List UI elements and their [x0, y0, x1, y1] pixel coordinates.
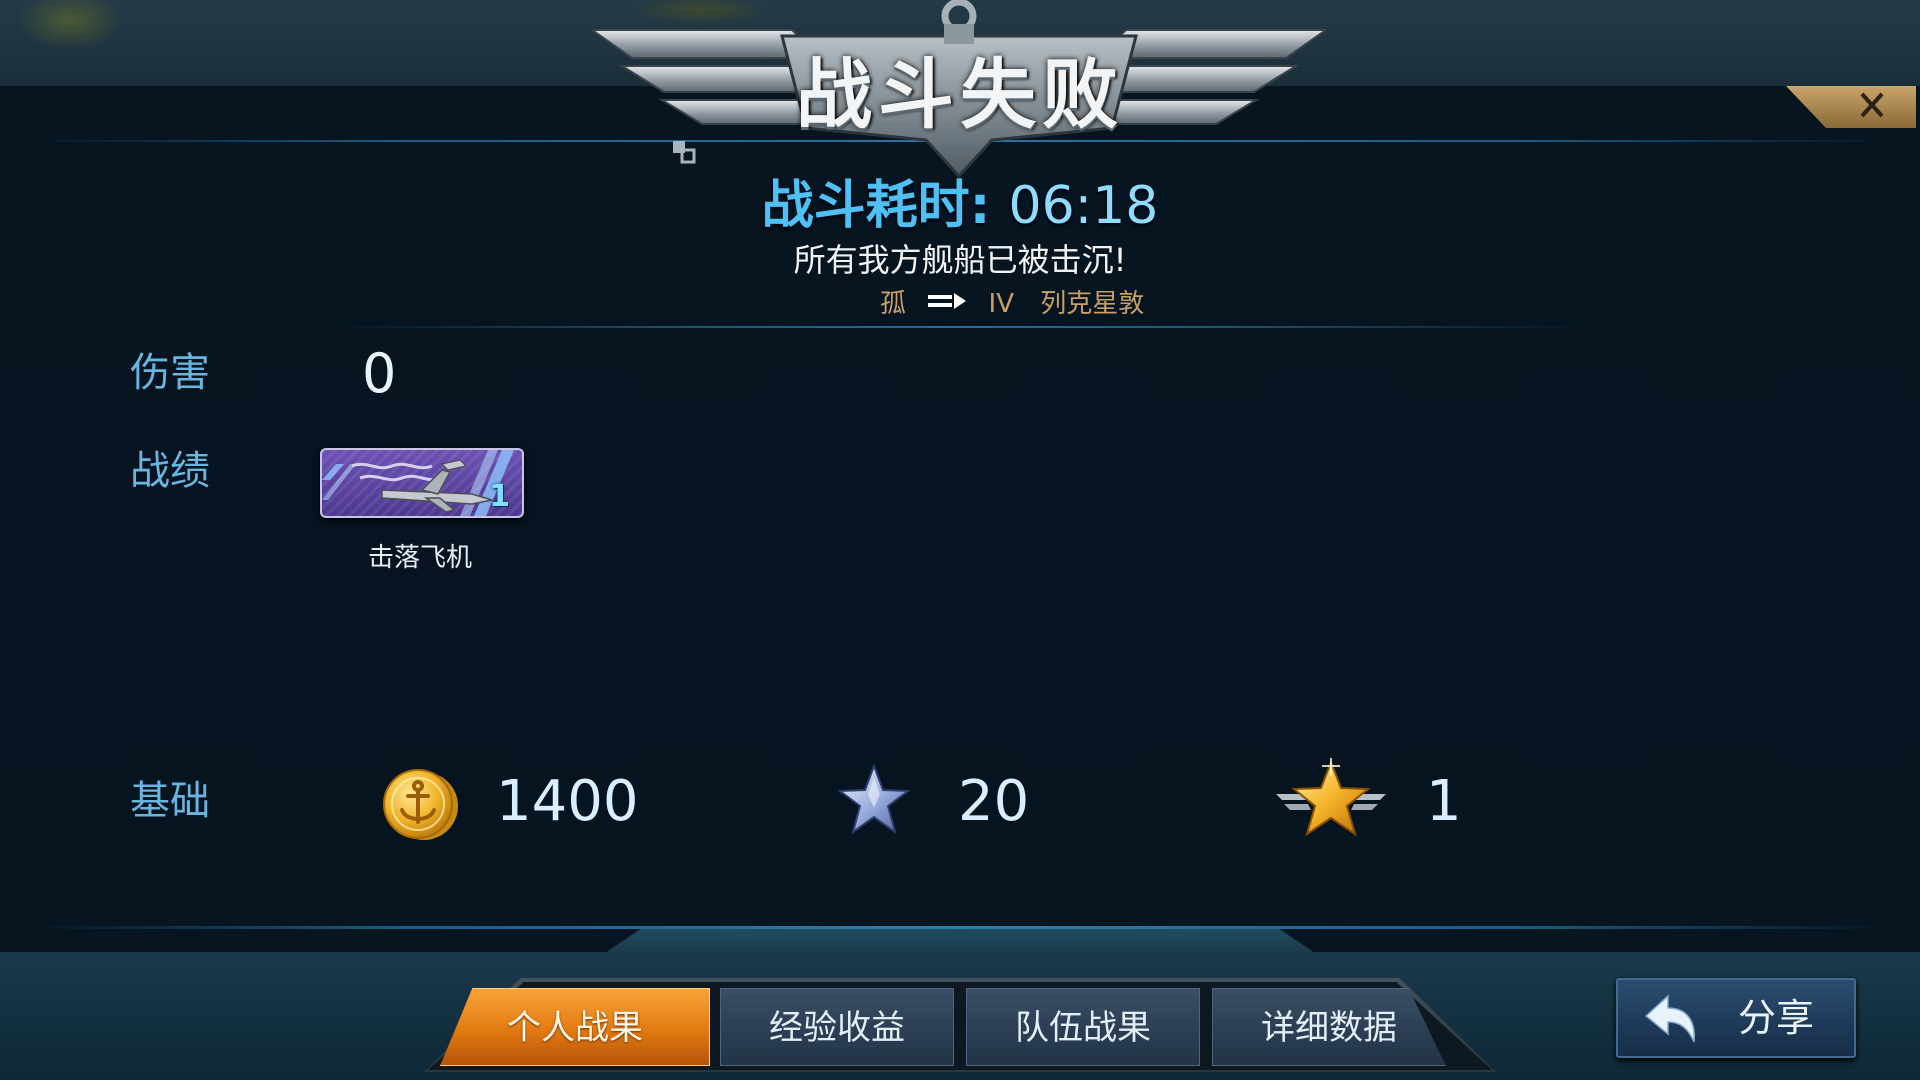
battle-result-screen: 战斗失败 战斗耗时: 06:18 所有我方舰船已被击沉! 孤 IV 列克星敦 伤…	[0, 0, 1920, 1080]
battle-duration: 战斗耗时: 06:18	[600, 176, 1320, 236]
share-arrow-icon	[1644, 994, 1695, 1043]
bottom-bar-notch	[605, 929, 1315, 953]
duration-label: 战斗耗时:	[761, 176, 991, 236]
medal-count: 1	[489, 479, 510, 514]
tab-personal-results[interactable]: 个人战果	[440, 988, 710, 1066]
damage-label: 伤害	[130, 350, 210, 396]
arrow-right-icon	[928, 293, 967, 309]
ship-info: 孤 IV 列克星敦	[880, 285, 1280, 321]
result-tabs: 个人战果 经验收益 队伍战果 详细数据	[424, 978, 1496, 1072]
rank-value: 1	[1426, 769, 1462, 834]
ship-prefix: 孤	[880, 288, 907, 319]
silver-star-icon	[838, 764, 910, 835]
tab-team-results[interactable]: 队伍战果	[966, 988, 1200, 1066]
share-button[interactable]: 分享	[1616, 978, 1856, 1058]
expand-icon[interactable]	[672, 140, 696, 164]
medal-caption: 击落飞机	[367, 543, 472, 573]
medal-shot-down-aircraft[interactable]: 1	[320, 448, 524, 518]
ship-tier: IV	[988, 288, 1015, 319]
divider	[330, 326, 1590, 328]
close-button[interactable]	[1786, 86, 1916, 132]
battle-result-title: 战斗失败	[796, 50, 1124, 139]
tab-exp-gains[interactable]: 经验收益	[720, 988, 954, 1066]
coins-value: 1400	[496, 769, 639, 834]
winged-gold-star-icon	[1276, 758, 1386, 837]
damage-value: 0	[362, 342, 397, 405]
tab-detailed-data[interactable]: 详细数据	[1212, 988, 1446, 1066]
base-rewards-label: 基础	[130, 778, 210, 824]
duration-value: 06:18	[1008, 176, 1159, 236]
ship-name: 列克星敦	[1040, 288, 1145, 319]
anchor-coin-icon	[383, 769, 458, 840]
share-label: 分享	[1737, 996, 1814, 1040]
achievements-label: 战绩	[130, 448, 210, 494]
map-island	[0, 0, 150, 80]
exp-value: 20	[958, 769, 1030, 834]
battle-result-message: 所有我方舰船已被击沉!	[793, 241, 1127, 279]
divider	[30, 926, 1890, 929]
